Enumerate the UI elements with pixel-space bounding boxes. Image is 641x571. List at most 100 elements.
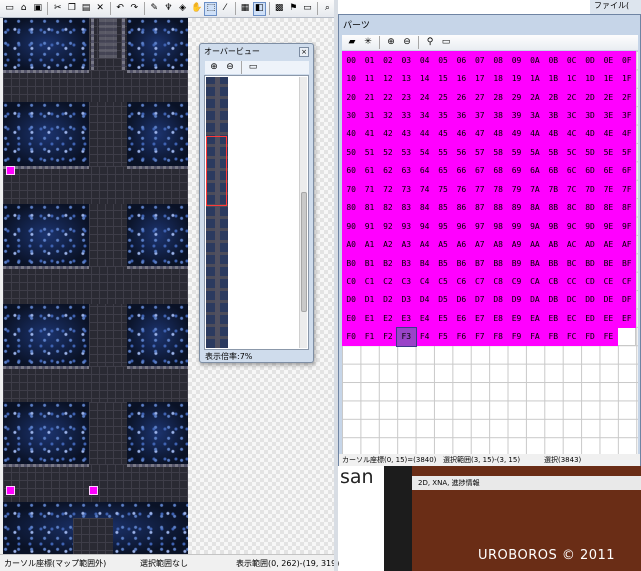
parts-cell[interactable]: 34: [416, 106, 434, 124]
parts-cell[interactable]: 32: [379, 106, 397, 124]
parts-cell[interactable]: 5D: [581, 143, 599, 161]
parts-cell[interactable]: 0E: [599, 51, 617, 69]
parts-cell[interactable]: CF: [618, 272, 636, 290]
parts-cell[interactable]: B4: [416, 254, 434, 272]
parts-cell[interactable]: EF: [618, 309, 636, 327]
parts-cell[interactable]: 52: [379, 143, 397, 161]
parts-cell[interactable]: D9: [507, 291, 525, 309]
parts-cell[interactable]: 69: [507, 162, 525, 180]
parts-cell[interactable]: F0: [342, 328, 360, 346]
parts-cell[interactable]: 75: [434, 180, 452, 198]
redo-icon[interactable]: ↷: [128, 2, 141, 16]
parts-cell[interactable]: 41: [360, 125, 378, 143]
parts-cell[interactable]: A3: [397, 235, 415, 253]
parts-cell[interactable]: 7B: [544, 180, 562, 198]
parts-cell[interactable]: 1E: [599, 69, 617, 87]
parts-cell[interactable]: 00: [342, 51, 360, 69]
parts-cell[interactable]: 01: [360, 51, 378, 69]
parts-cell[interactable]: E6: [452, 309, 470, 327]
parts-cell[interactable]: 26: [452, 88, 470, 106]
parts-cell[interactable]: BF: [618, 254, 636, 272]
event-marker[interactable]: [6, 486, 15, 495]
parts-cell[interactable]: 57: [471, 143, 489, 161]
parts-cell[interactable]: 24: [416, 88, 434, 106]
cut-icon[interactable]: ✂: [51, 2, 64, 16]
parts-cell[interactable]: 8C: [563, 199, 581, 217]
fill-icon[interactable]: ◈: [176, 2, 189, 16]
monitor-icon[interactable]: ▭: [246, 61, 260, 75]
parts-cell[interactable]: C5: [434, 272, 452, 290]
parts-cell[interactable]: 76: [452, 180, 470, 198]
parts-cell[interactable]: D2: [379, 291, 397, 309]
parts-cell[interactable]: 90: [342, 217, 360, 235]
parts-cell[interactable]: 1F: [618, 69, 636, 87]
parts-cell[interactable]: 9E: [599, 217, 617, 235]
parts-cell[interactable]: E8: [489, 309, 507, 327]
parts-cell[interactable]: 03: [397, 51, 415, 69]
overview-scrollbar[interactable]: [299, 77, 307, 348]
parts-cell[interactable]: E9: [507, 309, 525, 327]
parts-cell[interactable]: 7A: [526, 180, 544, 198]
parts-cell[interactable]: 59: [507, 143, 525, 161]
parts-cell[interactable]: 23: [397, 88, 415, 106]
parts-cell[interactable]: F7: [471, 328, 489, 346]
parts-cell[interactable]: D7: [471, 291, 489, 309]
parts-cell[interactable]: 93: [397, 217, 415, 235]
parts-cell[interactable]: 2C: [563, 88, 581, 106]
parts-cell[interactable]: 2E: [599, 88, 617, 106]
grid-icon[interactable]: ▩: [273, 2, 286, 16]
parts-cell[interactable]: BB: [544, 254, 562, 272]
parts-cell[interactable]: 5F: [618, 143, 636, 161]
parts-cell[interactable]: 40: [342, 125, 360, 143]
parts-cell[interactable]: 16: [452, 69, 470, 87]
parts-cell[interactable]: AC: [563, 235, 581, 253]
parts-cell[interactable]: B3: [397, 254, 415, 272]
parts-cell[interactable]: CA: [526, 272, 544, 290]
parts-cell[interactable]: C8: [489, 272, 507, 290]
parts-cell[interactable]: 48: [489, 125, 507, 143]
parts-cell[interactable]: EA: [526, 309, 544, 327]
parts-cell[interactable]: 39: [507, 106, 525, 124]
parts-cell[interactable]: 20: [342, 88, 360, 106]
parts-cell[interactable]: 9D: [581, 217, 599, 235]
parts-cell[interactable]: 37: [471, 106, 489, 124]
parts-cell[interactable]: AB: [544, 235, 562, 253]
parts-cell[interactable]: 6E: [599, 162, 617, 180]
parts-cell[interactable]: 79: [507, 180, 525, 198]
parts-cell[interactable]: 45: [434, 125, 452, 143]
parts-palette[interactable]: 00 01 02 03 04 05 06 07 08 09 0A 0B 0C 0D 0E 0F 10 11 12 13…: [342, 51, 638, 456]
parts-cell[interactable]: 13: [397, 69, 415, 87]
parts-cell[interactable]: 4B: [544, 125, 562, 143]
parts-cell[interactable]: DB: [544, 291, 562, 309]
save-icon[interactable]: ▣: [31, 2, 44, 16]
parts-cell[interactable]: 44: [416, 125, 434, 143]
parts-cell[interactable]: BC: [563, 254, 581, 272]
parts-cell[interactable]: 8A: [526, 199, 544, 217]
parts-cell[interactable]: BE: [599, 254, 617, 272]
parts-cell[interactable]: F2: [379, 328, 397, 346]
parts-cell[interactable]: 72: [379, 180, 397, 198]
parts-cell[interactable]: AD: [581, 235, 599, 253]
parts-cell[interactable]: FB: [544, 328, 562, 346]
parts-cell[interactable]: 06: [452, 51, 470, 69]
parts-cell[interactable]: 64: [416, 162, 434, 180]
parts-cell[interactable]: 3E: [599, 106, 617, 124]
parts-cell[interactable]: F1: [360, 328, 378, 346]
parts-cell[interactable]: 4F: [618, 125, 636, 143]
parts-cell[interactable]: D0: [342, 291, 360, 309]
parts-cell[interactable]: 09: [507, 51, 525, 69]
parts-cell[interactable]: 78: [489, 180, 507, 198]
parts-cell[interactable]: C1: [360, 272, 378, 290]
marker-icon[interactable]: ⚑: [287, 2, 300, 16]
pencil-icon[interactable]: ✎: [148, 2, 161, 16]
parts-cell[interactable]: 25: [434, 88, 452, 106]
frame-icon[interactable]: ▭: [301, 2, 314, 16]
parts-cell[interactable]: FE: [599, 328, 617, 346]
parts-cell[interactable]: FA: [526, 328, 544, 346]
parts-cell[interactable]: A7: [471, 235, 489, 253]
parts-cell[interactable]: 86: [452, 199, 470, 217]
parts-cell[interactable]: AF: [618, 235, 636, 253]
parts-cell[interactable]: A2: [379, 235, 397, 253]
new-icon[interactable]: ▭: [3, 2, 16, 16]
parts-cell[interactable]: CC: [563, 272, 581, 290]
